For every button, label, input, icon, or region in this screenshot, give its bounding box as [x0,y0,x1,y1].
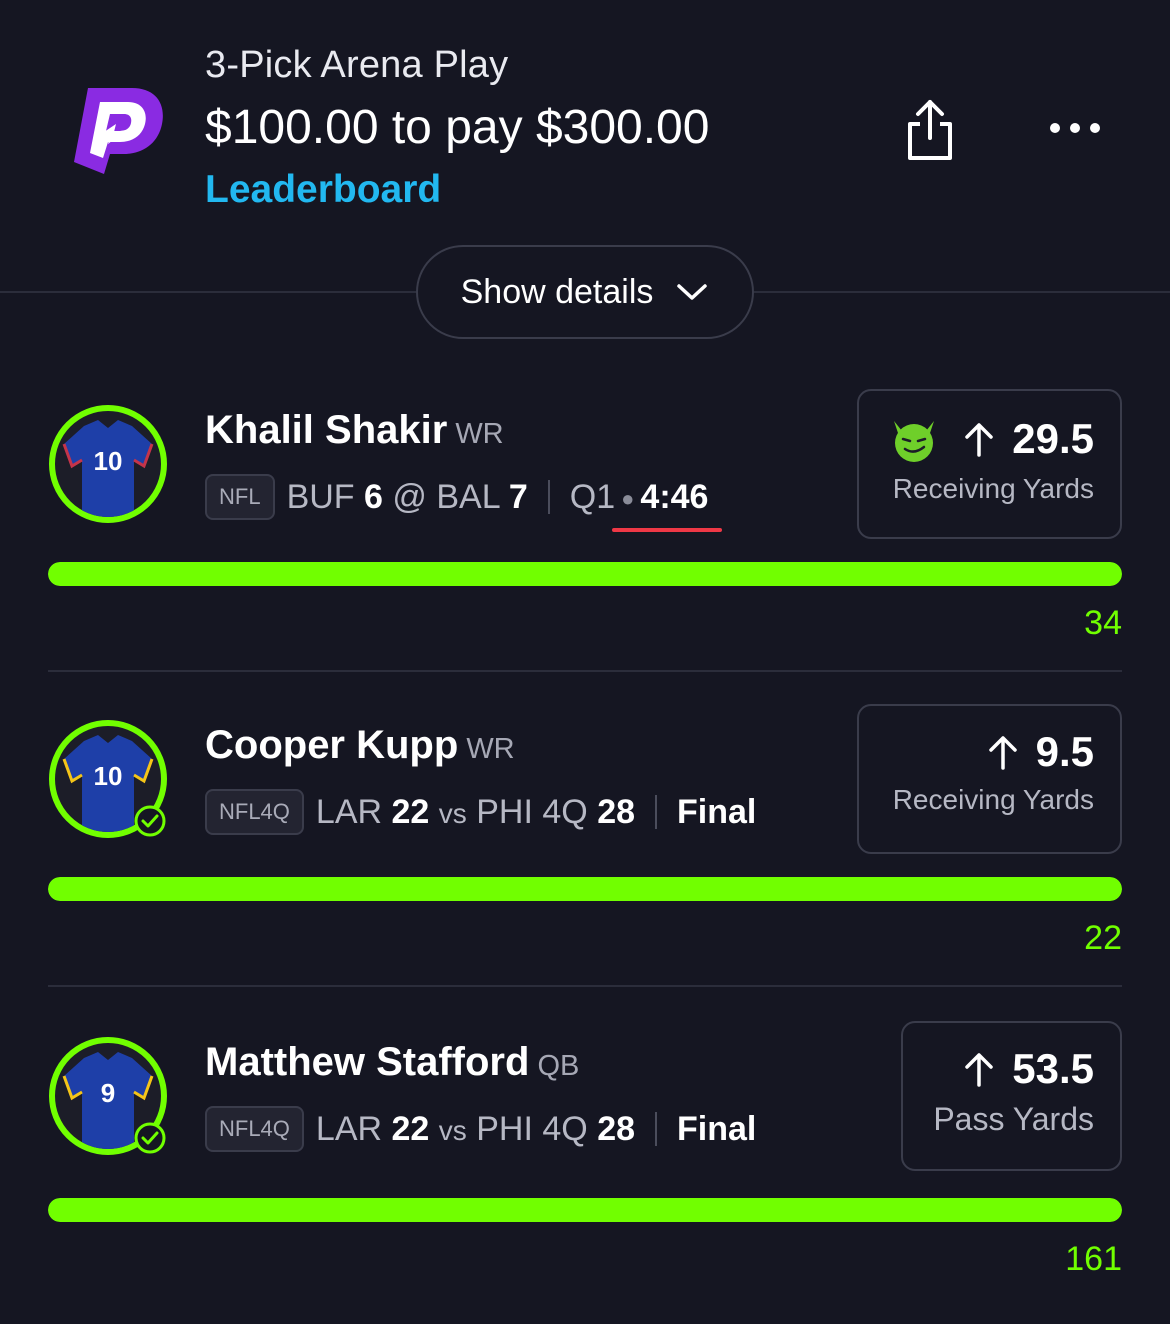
entry-title: 3-Pick Arena Play [205,44,509,86]
chevron-down-icon [677,284,708,300]
player-jersey-avatar: 9 [49,1037,167,1155]
projection-box[interactable]: 29.5 Receiving Yards [857,389,1122,539]
player-name: Cooper Kupp WR [205,723,515,767]
show-details-button[interactable]: Show details [416,245,754,339]
line-value: 9.5 [1035,728,1094,775]
projection-box[interactable]: 9.5 Receiving Yards [857,704,1122,854]
arrow-up-icon [988,736,1017,770]
projection-box[interactable]: 53.5 Pass Yards [901,1021,1122,1171]
demon-icon [894,421,935,462]
pick-row[interactable]: 9 Matthew Stafford QB NFL4Q LAR 22 vs PHI… [0,1021,1170,1324]
svg-text:10: 10 [94,446,123,476]
game-info: NFL BUF 6 @ BAL 7 Q1 ● 4:46 [205,474,708,520]
stat-type: Receiving Yards [892,784,1094,815]
stat-type: Pass Yards [933,1101,1094,1137]
game-status: Final [677,792,757,831]
pick-row[interactable]: 10 Cooper Kupp WR NFL4Q LAR 22 vs PHI 4Q … [0,704,1170,1019]
game-status: Q1 ● 4:46 [569,477,709,516]
player-jersey-avatar: 10 [49,405,167,523]
progress-bar [48,1198,1122,1222]
player-jersey-avatar: 10 [49,720,167,838]
show-details-label: Show details [460,272,654,311]
arrow-up-icon [965,423,993,457]
game-score: LAR 22 vs PHI 4Q 28 [315,792,636,831]
league-badge: NFL4Q [205,1106,304,1152]
row-divider [48,985,1122,987]
row-divider [48,670,1122,672]
divider [547,480,550,514]
more-icon[interactable] [1040,108,1110,148]
prizepicks-logo-icon [74,88,163,174]
divider [655,795,658,829]
progress-bar [48,877,1122,901]
player-position: WR [466,733,515,765]
actual-stat-value: 22 [1084,919,1122,957]
game-score: BUF 6 @ BAL 7 [286,477,528,516]
player-name: Khalil Shakir WR [205,408,504,452]
actual-stat-value: 34 [1084,604,1122,642]
pick-row[interactable]: 10 Khalil Shakir WR NFL BUF 6 @ BAL 7 Q1 ●… [0,389,1170,704]
share-icon[interactable] [898,96,962,164]
league-badge: NFL [205,474,275,520]
line-value: 29.5 [1012,415,1094,462]
game-score: LAR 22 vs PHI 4Q 28 [315,1109,636,1148]
entry-payout: $100.00 to pay $300.00 [205,101,710,154]
player-name: Matthew Stafford QB [205,1040,580,1084]
pick-detail-screen: 3-Pick Arena Play $100.00 to pay $300.00… [0,0,1170,1324]
divider [655,1112,658,1146]
progress-bar [48,562,1122,586]
game-info: NFL4Q LAR 22 vs PHI 4Q 28 Final [205,1106,756,1152]
player-position: WR [455,418,504,450]
player-position: QB [537,1050,580,1082]
leaderboard-link[interactable]: Leaderboard [205,168,441,212]
line-value: 53.5 [1012,1045,1094,1092]
stat-type: Receiving Yards [892,473,1094,504]
game-status: Final [677,1109,757,1148]
arrow-up-icon [965,1053,993,1087]
game-clock: 4:46 [640,477,709,516]
league-badge: NFL4Q [205,789,304,835]
game-info: NFL4Q LAR 22 vs PHI 4Q 28 Final [205,789,756,835]
actual-stat-value: 161 [1065,1240,1122,1278]
svg-text:10: 10 [94,761,123,791]
svg-text:9: 9 [101,1078,115,1108]
